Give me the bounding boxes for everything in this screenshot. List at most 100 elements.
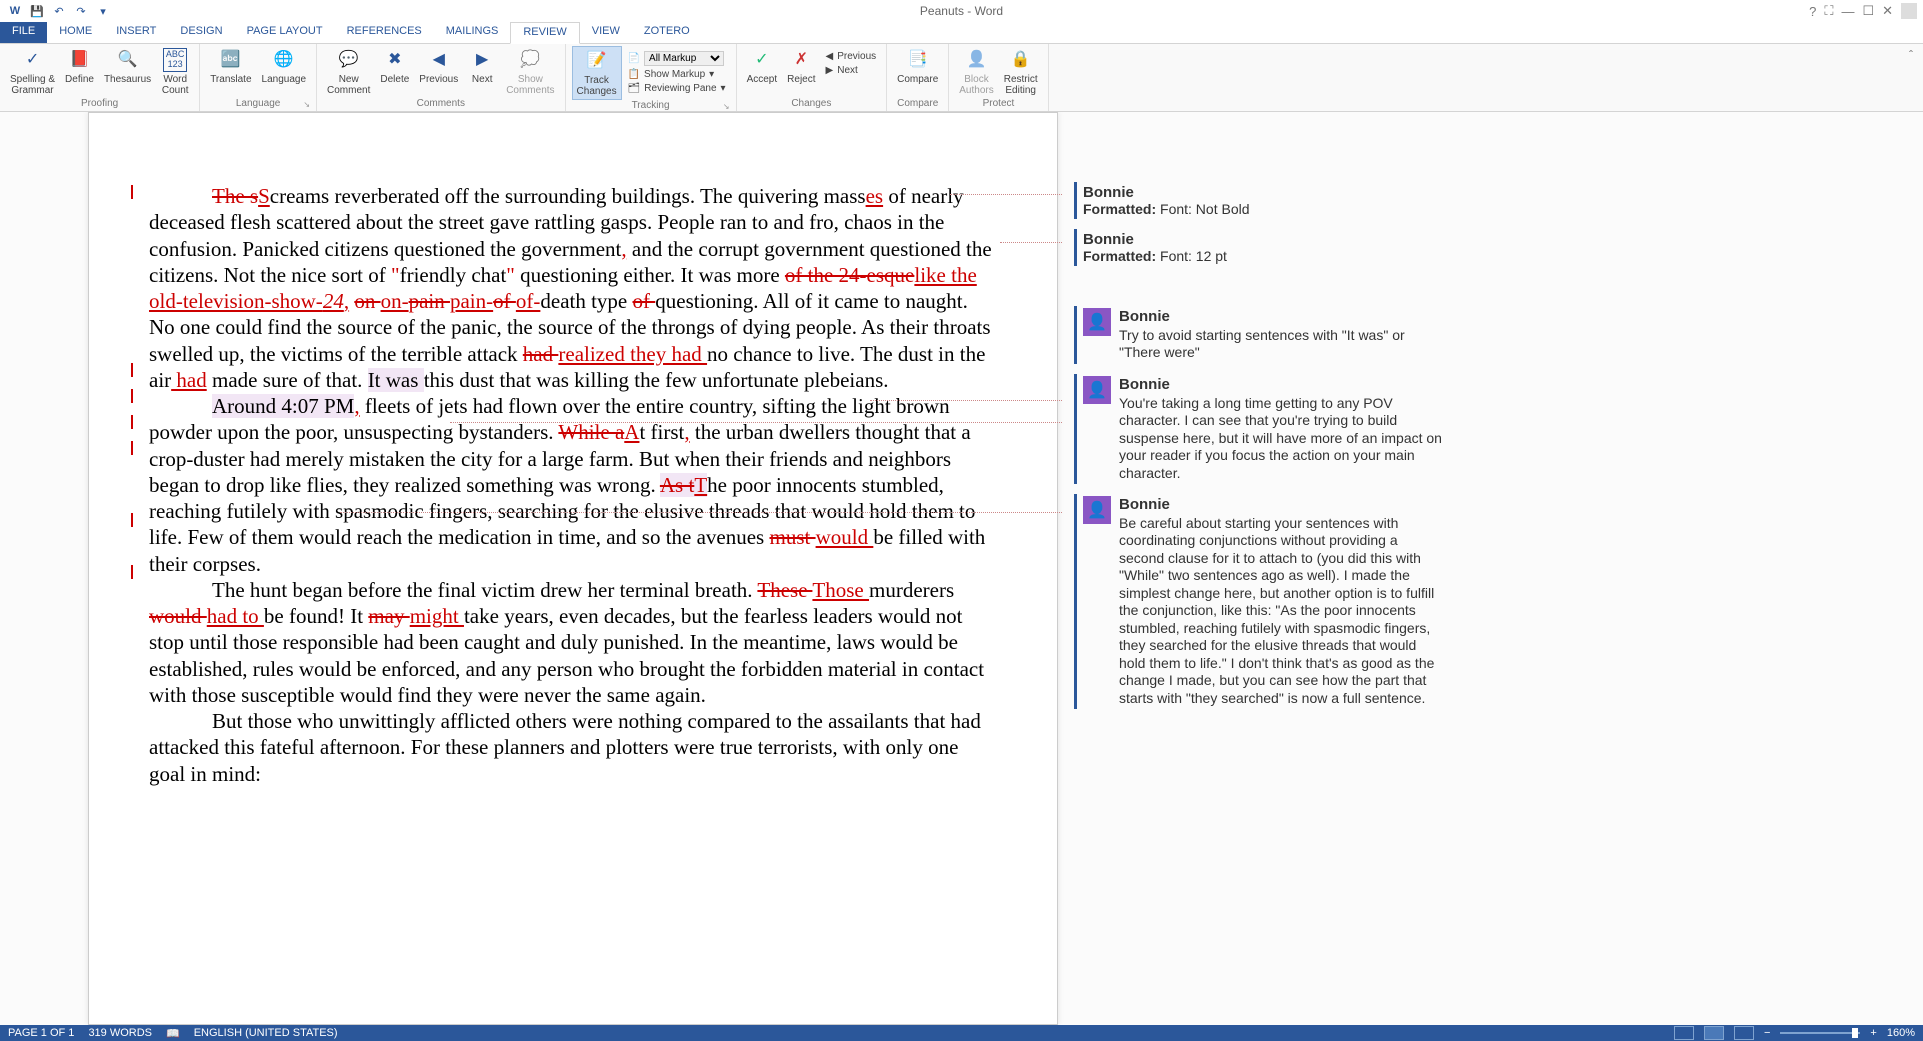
account-icon[interactable]: [1901, 3, 1917, 19]
comment-item[interactable]: 👤 BonnieYou're taking a long time gettin…: [1074, 374, 1452, 484]
book-icon: 📕: [67, 48, 91, 72]
window-title: Peanuts - Word: [920, 4, 1003, 18]
group-tracking: 📝Track Changes 📄 All Markup 📋 Show Marku…: [566, 44, 737, 111]
zoom-knob[interactable]: [1852, 1028, 1858, 1038]
change-bar: [131, 513, 133, 527]
tab-design[interactable]: DESIGN: [168, 22, 234, 43]
group-proofing: ✓Spelling & Grammar 📕Define 🔍Thesaurus A…: [0, 44, 200, 111]
tab-mailings[interactable]: MAILINGS: [434, 22, 511, 43]
zoom-slider[interactable]: [1780, 1032, 1860, 1034]
track-changes-icon: 📝: [585, 49, 609, 73]
close-button[interactable]: ✕: [1882, 3, 1893, 19]
zoom-out-button[interactable]: −: [1764, 1027, 1770, 1039]
paragraph-1[interactable]: The sScreams reverberated off the surrou…: [149, 183, 997, 393]
ribbon-display-icon[interactable]: ⛶: [1824, 3, 1833, 19]
connector-line: [870, 400, 1062, 401]
tab-home[interactable]: HOME: [47, 22, 104, 43]
read-mode-button[interactable]: [1674, 1026, 1694, 1040]
group-changes: ✓Accept ✗Reject ◀ Previous ▶ Next Change…: [737, 44, 888, 111]
zoom-in-button[interactable]: +: [1870, 1027, 1876, 1039]
reject-icon: ✗: [789, 48, 813, 72]
connector-line: [450, 422, 1062, 423]
revision-format[interactable]: Bonnie Formatted: Font: Not Bold: [1074, 182, 1452, 219]
undo-button[interactable]: ↶: [50, 2, 68, 20]
tab-review[interactable]: REVIEW: [510, 22, 579, 44]
next-comment-button[interactable]: ▶Next: [464, 46, 500, 98]
spelling-grammar-button[interactable]: ✓Spelling & Grammar: [6, 46, 59, 98]
paragraph-4[interactable]: But those who unwittingly afflicted othe…: [149, 708, 997, 787]
group-label-proofing: Proofing: [6, 98, 193, 111]
page-number[interactable]: PAGE 1 OF 1: [8, 1027, 74, 1039]
comment-item[interactable]: 👤 BonnieTry to avoid starting sentences …: [1074, 306, 1452, 364]
reviewing-pane-button[interactable]: 🗂 Reviewing Pane ▾: [624, 82, 730, 95]
title-bar: W 💾 ↶ ↷ ▾ Peanuts - Word ? ⛶ — ☐ ✕: [0, 0, 1923, 22]
change-bar: [131, 185, 133, 199]
block-authors-icon: 👤: [965, 48, 989, 72]
new-comment-button[interactable]: 💬New Comment: [323, 46, 374, 98]
translate-button[interactable]: 🔤Translate: [206, 46, 255, 87]
accept-button[interactable]: ✓Accept: [743, 46, 782, 87]
proofing-status-icon[interactable]: 📖: [166, 1027, 180, 1040]
tab-file[interactable]: FILE: [0, 22, 47, 43]
collapse-ribbon-icon[interactable]: ˆ: [1899, 44, 1923, 111]
launcher-icon[interactable]: ↘: [723, 102, 730, 111]
avatar-icon: 👤: [1083, 496, 1111, 524]
tab-zotero[interactable]: ZOTERO: [632, 22, 702, 43]
tab-references[interactable]: REFERENCES: [335, 22, 434, 43]
paragraph-3[interactable]: The hunt began before the final victim d…: [149, 577, 997, 708]
launcher-icon[interactable]: ↘: [303, 100, 310, 109]
tab-insert[interactable]: INSERT: [104, 22, 168, 43]
prev-comment-icon: ◀: [427, 48, 451, 72]
next-change-button[interactable]: ▶ Next: [822, 64, 881, 77]
connector-line: [1000, 242, 1062, 243]
lock-icon: 🔒: [1009, 48, 1033, 72]
globe-icon: 🌐: [272, 48, 296, 72]
tab-view[interactable]: VIEW: [580, 22, 632, 43]
new-comment-icon: 💬: [337, 48, 361, 72]
paragraph-2[interactable]: Around 4:07 PM, fleets of jets had flown…: [149, 393, 997, 577]
define-button[interactable]: 📕Define: [61, 46, 98, 98]
save-button[interactable]: 💾: [28, 2, 46, 20]
group-label-comments: Comments: [323, 98, 559, 111]
redo-button[interactable]: ↷: [72, 2, 90, 20]
group-compare: 📑Compare Compare: [887, 44, 949, 111]
previous-change-button[interactable]: ◀ Previous: [822, 50, 881, 63]
group-protect: 👤Block Authors 🔒Restrict Editing Protect: [949, 44, 1048, 111]
track-changes-button[interactable]: 📝Track Changes: [572, 46, 622, 100]
tab-page-layout[interactable]: PAGE LAYOUT: [235, 22, 335, 43]
qat-customize-icon[interactable]: ▾: [94, 2, 112, 20]
search-book-icon: 🔍: [116, 48, 140, 72]
maximize-button[interactable]: ☐: [1862, 3, 1874, 19]
word-count-status[interactable]: 319 WORDS: [88, 1027, 152, 1039]
restrict-editing-button[interactable]: 🔒Restrict Editing: [1000, 46, 1042, 98]
minimize-button[interactable]: —: [1841, 4, 1854, 19]
count-icon: ABC123: [163, 48, 187, 72]
delete-comment-button[interactable]: ✖Delete: [376, 46, 413, 98]
help-icon[interactable]: ?: [1809, 4, 1816, 19]
zoom-level[interactable]: 160%: [1887, 1027, 1915, 1039]
group-label-language: Language↘: [206, 98, 310, 111]
accept-icon: ✓: [750, 48, 774, 72]
word-count-button[interactable]: ABC123Word Count: [157, 46, 193, 98]
thesaurus-button[interactable]: 🔍Thesaurus: [100, 46, 155, 98]
previous-comment-button[interactable]: ◀Previous: [415, 46, 462, 98]
markup-select[interactable]: All Markup: [644, 51, 724, 66]
show-markup-button[interactable]: 📋 Show Markup ▾: [624, 68, 730, 81]
next-comment-icon: ▶: [470, 48, 494, 72]
comment-item[interactable]: 👤 BonnieBe careful about starting your s…: [1074, 494, 1452, 709]
document-page[interactable]: The sScreams reverberated off the surrou…: [88, 112, 1058, 1025]
web-layout-button[interactable]: [1734, 1026, 1754, 1040]
ribbon: ✓Spelling & Grammar 📕Define 🔍Thesaurus A…: [0, 44, 1923, 112]
block-authors-button[interactable]: 👤Block Authors: [955, 46, 997, 98]
reject-button[interactable]: ✗Reject: [783, 46, 819, 87]
translate-icon: 🔤: [219, 48, 243, 72]
compare-icon: 📑: [906, 48, 930, 72]
change-bar: [131, 565, 133, 579]
compare-button[interactable]: 📑Compare: [893, 46, 942, 87]
show-comments-button[interactable]: 💭Show Comments: [502, 46, 558, 98]
display-for-review-select[interactable]: 📄 All Markup: [624, 50, 730, 67]
language-button[interactable]: 🌐Language: [258, 46, 311, 87]
revision-format[interactable]: Bonnie Formatted: Font: 12 pt: [1074, 229, 1452, 266]
print-layout-button[interactable]: [1704, 1026, 1724, 1040]
language-status[interactable]: ENGLISH (UNITED STATES): [194, 1027, 338, 1039]
